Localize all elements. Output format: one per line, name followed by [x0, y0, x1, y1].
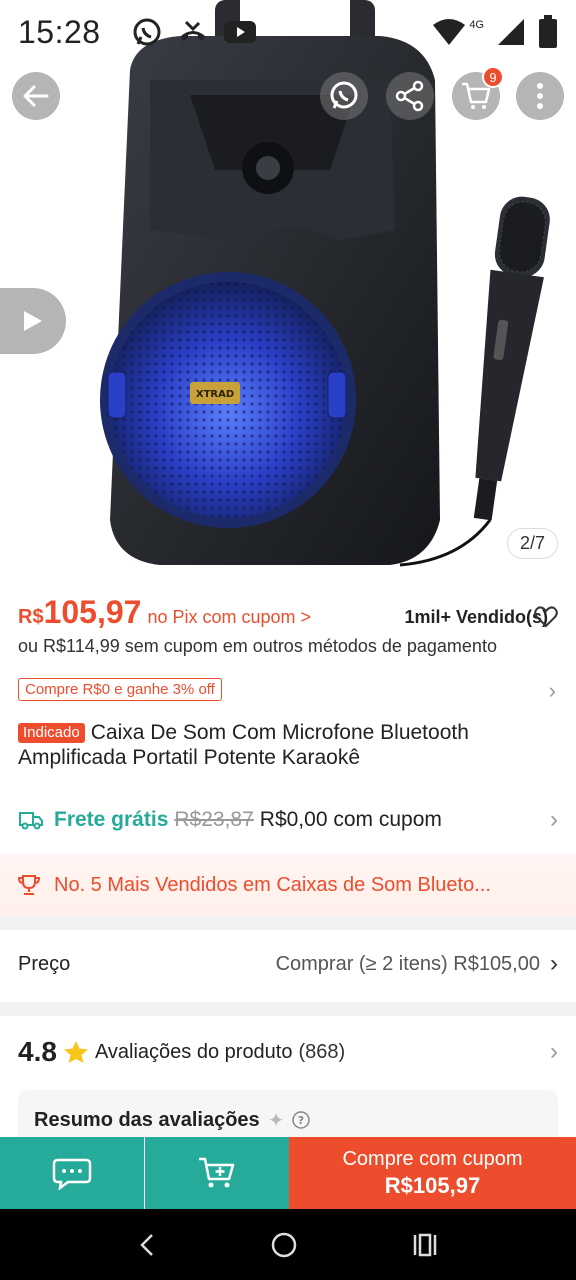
price-row: R$ 105,97 no Pix com cupom > 1mil+ Vendi…: [18, 594, 558, 631]
shipping-old-price: R$23,87: [174, 808, 254, 831]
chevron-right-icon: ›: [550, 1038, 558, 1065]
recommended-tag: Indicado: [18, 723, 85, 743]
free-shipping-label: Frete grátis: [54, 808, 169, 831]
trophy-icon: [18, 875, 40, 895]
more-options-button[interactable]: [516, 72, 564, 120]
review-summary-title: Resumo das avaliações: [34, 1108, 260, 1131]
image-counter: 2/7: [506, 528, 558, 559]
buy-with-coupon-button[interactable]: Compre com cupom R$105,97: [289, 1137, 576, 1209]
chevron-right-icon: ›: [550, 806, 558, 833]
battery-icon: [539, 15, 557, 48]
play-icon: [24, 311, 42, 331]
network-type: 4G: [469, 19, 484, 31]
home-nav-icon[interactable]: [270, 1231, 298, 1259]
missed-call-icon: [180, 20, 205, 41]
rating-label: Avaliações do produto: [94, 1040, 293, 1063]
svg-text:?: ?: [298, 1114, 304, 1127]
back-nav-icon[interactable]: [137, 1232, 157, 1258]
sparkle-icon: ✦: [267, 1109, 285, 1132]
chat-icon: [52, 1158, 92, 1190]
status-bar: 15:28 4G: [0, 0, 576, 64]
signal-icon: [498, 19, 524, 45]
price-tier-row[interactable]: Preço Comprar (≥ 2 itens) R$105,00 ›: [18, 950, 558, 978]
rating-score: 4.8: [18, 1036, 57, 1067]
rating-row[interactable]: 4.8 Avaliações do produto (868) ›: [18, 1036, 558, 1068]
buy-button-label: Compre com cupom: [342, 1147, 523, 1170]
play-video-button[interactable]: [0, 288, 66, 354]
bestseller-rank-banner[interactable]: No. 5 Mais Vendidos em Caixas de Som Blu…: [0, 854, 576, 916]
heart-icon[interactable]: [534, 606, 558, 628]
truck-icon: [19, 812, 43, 830]
section-divider: [0, 916, 576, 930]
cart-badge: 9: [482, 66, 504, 88]
chevron-right-icon: ›: [550, 950, 558, 977]
coupon-chip[interactable]: Compre R$0 e ganhe 3% off: [18, 678, 222, 701]
buy-button-price: R$105,97: [384, 1172, 481, 1198]
cart-add-icon: [199, 1157, 235, 1188]
arrow-left-icon: [23, 85, 49, 107]
alt-price-text: ou R$114,99 sem cupom em outros métodos …: [18, 636, 497, 656]
back-button[interactable]: [12, 72, 60, 120]
star-icon: [63, 1041, 88, 1063]
help-icon[interactable]: ?: [292, 1111, 311, 1129]
whatsapp-icon: [330, 81, 358, 109]
price-tier-label: Preço: [18, 952, 71, 975]
product-title: Indicado Caixa De Som Com Microfone Bluet…: [18, 720, 558, 770]
price-currency: R$: [18, 606, 44, 628]
recents-nav-icon[interactable]: [411, 1232, 439, 1258]
chevron-right-icon[interactable]: ›: [549, 678, 556, 704]
brand-label: XTRAD: [196, 389, 234, 400]
shipping-new-price: R$0,00 com cupom: [259, 808, 442, 831]
whatsapp-share-button[interactable]: [320, 72, 368, 120]
rank-text: No. 5 Mais Vendidos em Caixas de Som Blu…: [54, 873, 491, 896]
share-icon: [395, 80, 424, 112]
product-title-text: Caixa De Som Com Microfone Bluetooth Amp…: [18, 721, 469, 769]
pix-coupon-link[interactable]: no Pix com cupom >: [147, 607, 311, 628]
system-navigation-bar: [0, 1209, 576, 1280]
rating-count: (868): [298, 1040, 346, 1063]
shipping-row[interactable]: Frete grátis R$23,87 R$0,00 com cupom ›: [18, 806, 558, 834]
cart-button[interactable]: 9: [452, 66, 504, 120]
chat-button[interactable]: [0, 1137, 144, 1209]
share-button[interactable]: [386, 72, 434, 120]
status-time: 15:28: [18, 13, 101, 50]
wifi-icon: [433, 19, 466, 45]
price-value: 105,97: [43, 594, 142, 630]
add-to-cart-button[interactable]: [145, 1137, 289, 1209]
more-vertical-icon: [537, 83, 543, 109]
bottom-action-bar: Compre com cupom R$105,97: [0, 1137, 576, 1209]
sold-count: 1mil+ Vendido(s): [404, 607, 548, 627]
youtube-icon: [223, 21, 256, 43]
whatsapp-icon: [133, 18, 161, 46]
price-tier-value: Comprar (≥ 2 itens) R$105,00: [275, 952, 540, 975]
section-divider: [0, 1002, 576, 1016]
